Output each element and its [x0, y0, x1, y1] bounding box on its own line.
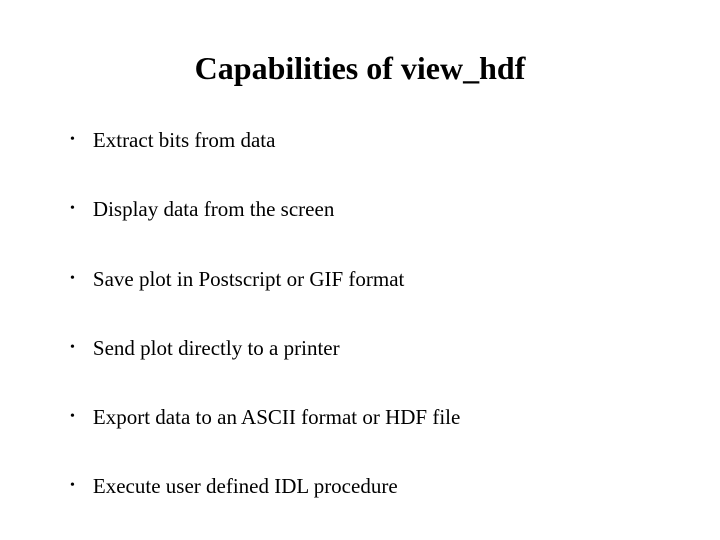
- bullet-list: • Extract bits from data • Display data …: [50, 127, 670, 501]
- bullet-icon: •: [70, 196, 75, 221]
- bullet-text: Extract bits from data: [93, 127, 276, 154]
- bullet-text: Execute user defined IDL procedure: [93, 473, 398, 500]
- list-item: • Display data from the screen: [70, 196, 670, 223]
- list-item: • Export data to an ASCII format or HDF …: [70, 404, 670, 431]
- bullet-text: Save plot in Postscript or GIF format: [93, 266, 404, 293]
- bullet-text: Export data to an ASCII format or HDF fi…: [93, 404, 460, 431]
- bullet-icon: •: [70, 473, 75, 498]
- bullet-icon: •: [70, 335, 75, 360]
- list-item: • Extract bits from data: [70, 127, 670, 154]
- bullet-text: Display data from the screen: [93, 196, 334, 223]
- bullet-icon: •: [70, 266, 75, 291]
- slide-title: Capabilities of view_hdf: [50, 50, 670, 87]
- list-item: • Send plot directly to a printer: [70, 335, 670, 362]
- list-item: • Save plot in Postscript or GIF format: [70, 266, 670, 293]
- list-item: • Execute user defined IDL procedure: [70, 473, 670, 500]
- bullet-icon: •: [70, 127, 75, 152]
- bullet-text: Send plot directly to a printer: [93, 335, 340, 362]
- bullet-icon: •: [70, 404, 75, 429]
